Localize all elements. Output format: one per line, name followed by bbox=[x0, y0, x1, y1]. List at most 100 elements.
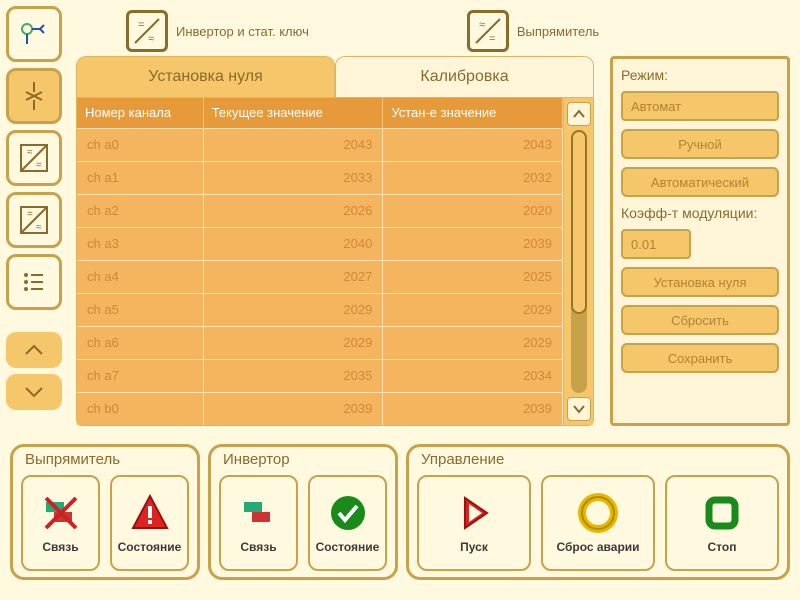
device-tabs: =≈ Инвертор и стат. ключ ≈= Выпрямитель bbox=[76, 6, 790, 56]
alarm-icon bbox=[129, 492, 171, 534]
rail-inverter-button[interactable]: ≈= bbox=[6, 130, 62, 186]
rail-zero-button[interactable] bbox=[6, 68, 62, 124]
col-channel: Номер канала bbox=[77, 98, 203, 128]
auto-button[interactable]: Автоматический bbox=[621, 167, 779, 197]
coef-label: Коэфф-т модуляции: bbox=[621, 205, 779, 221]
ok-icon bbox=[327, 492, 369, 534]
table-scrollbar[interactable] bbox=[563, 98, 593, 425]
start-button[interactable]: Пуск bbox=[417, 475, 531, 571]
cell-set: 2020 bbox=[383, 194, 563, 227]
cell-channel: ch a7 bbox=[77, 359, 203, 392]
cell-channel: ch b0 bbox=[77, 392, 203, 425]
item-label: Связь bbox=[42, 540, 78, 554]
svg-text:≈: ≈ bbox=[148, 33, 154, 45]
cell-set: 2043 bbox=[383, 128, 563, 161]
group-rectifier: Выпрямитель Связь Состояние bbox=[10, 444, 200, 580]
cell-channel: ch a0 bbox=[77, 128, 203, 161]
table-row[interactable]: ch a720352034 bbox=[77, 359, 563, 392]
col-set: Устан-е значение bbox=[383, 98, 563, 128]
group-title: Инвертор bbox=[219, 451, 387, 471]
coef-value[interactable]: 0.01 bbox=[621, 229, 691, 259]
device-tab-rectifier[interactable]: ≈= Выпрямитель bbox=[457, 6, 609, 56]
scroll-up-button[interactable] bbox=[567, 102, 591, 126]
save-button[interactable]: Сохранить bbox=[621, 343, 779, 373]
rail-up-button[interactable] bbox=[6, 332, 62, 368]
inverter-icon: =≈ bbox=[126, 10, 168, 52]
zero-button[interactable]: Установка нуля bbox=[621, 267, 779, 297]
side-panel: Режим: Автомат Ручной Автоматический Коэ… bbox=[610, 56, 790, 426]
rail-list-button[interactable] bbox=[6, 254, 62, 310]
mode-value: Автомат bbox=[621, 91, 779, 121]
svg-text:=: = bbox=[138, 19, 144, 31]
rectifier-icon: ≈= bbox=[467, 10, 509, 52]
cell-current: 2035 bbox=[203, 359, 383, 392]
cell-set: 2039 bbox=[383, 392, 563, 425]
cell-current: 2040 bbox=[203, 227, 383, 260]
svg-text:≈: ≈ bbox=[27, 147, 33, 158]
inv-link-button[interactable]: Связь bbox=[219, 475, 298, 571]
item-label: Сброс аварии bbox=[556, 540, 639, 554]
alarm-reset-button[interactable]: Сброс аварии bbox=[541, 475, 655, 571]
cell-channel: ch a3 bbox=[77, 227, 203, 260]
link-bad-icon bbox=[40, 492, 82, 534]
item-label: Стоп bbox=[708, 540, 737, 554]
cell-channel: ch a4 bbox=[77, 260, 203, 293]
cell-current: 2027 bbox=[203, 260, 383, 293]
channel-table: Номер канала Текущее значение Устан-е зн… bbox=[77, 98, 563, 425]
cell-current: 2029 bbox=[203, 326, 383, 359]
cell-set: 2029 bbox=[383, 326, 563, 359]
rail-rectifier-button[interactable]: =≈ bbox=[6, 192, 62, 248]
table-row[interactable]: ch a220262020 bbox=[77, 194, 563, 227]
svg-text:=: = bbox=[36, 160, 42, 171]
device-tab-label: Выпрямитель bbox=[517, 24, 599, 39]
manual-button[interactable]: Ручной bbox=[621, 129, 779, 159]
group-title: Управление bbox=[417, 451, 779, 471]
rail-down-button[interactable] bbox=[6, 374, 62, 410]
inv-state-button[interactable]: Состояние bbox=[308, 475, 387, 571]
item-label: Связь bbox=[240, 540, 276, 554]
cell-current: 2026 bbox=[203, 194, 383, 227]
scroll-down-button[interactable] bbox=[567, 397, 591, 421]
cell-channel: ch a2 bbox=[77, 194, 203, 227]
rect-link-button[interactable]: Связь bbox=[21, 475, 100, 571]
group-inverter: Инвертор Связь Состояние bbox=[208, 444, 398, 580]
table-row[interactable]: ch a620292029 bbox=[77, 326, 563, 359]
cell-set: 2034 bbox=[383, 359, 563, 392]
item-label: Состояние bbox=[316, 540, 380, 554]
play-icon bbox=[453, 492, 495, 534]
cell-channel: ch a5 bbox=[77, 293, 203, 326]
ring-icon bbox=[577, 492, 619, 534]
stop-button[interactable]: Стоп bbox=[665, 475, 779, 571]
group-title: Выпрямитель bbox=[21, 451, 189, 471]
cell-current: 2039 bbox=[203, 392, 383, 425]
cell-channel: ch a1 bbox=[77, 161, 203, 194]
table-tab-zero[interactable]: Установка нуля bbox=[76, 56, 335, 97]
cell-channel: ch a6 bbox=[77, 326, 203, 359]
svg-text:≈: ≈ bbox=[479, 19, 485, 31]
col-current: Текущее значение bbox=[203, 98, 383, 128]
scroll-thumb[interactable] bbox=[571, 130, 587, 314]
item-label: Пуск bbox=[460, 540, 488, 554]
svg-text:=: = bbox=[27, 209, 33, 220]
device-tab-inverter[interactable]: =≈ Инвертор и стат. ключ bbox=[116, 6, 319, 56]
scroll-track[interactable] bbox=[571, 130, 587, 393]
stop-icon bbox=[701, 492, 743, 534]
cell-set: 2039 bbox=[383, 227, 563, 260]
left-rail: ≈= =≈ bbox=[6, 6, 66, 440]
device-tab-label: Инвертор и стат. ключ bbox=[176, 24, 309, 39]
table-row[interactable]: ch a320402039 bbox=[77, 227, 563, 260]
table-row[interactable]: ch a520292029 bbox=[77, 293, 563, 326]
table-row[interactable]: ch b020392039 bbox=[77, 392, 563, 425]
table-row[interactable]: ch a420272025 bbox=[77, 260, 563, 293]
reset-button[interactable]: Сбросить bbox=[621, 305, 779, 335]
link-ok-icon bbox=[238, 492, 280, 534]
rect-state-button[interactable]: Состояние bbox=[110, 475, 189, 571]
svg-text:=: = bbox=[489, 33, 495, 45]
table-row[interactable]: ch a020432043 bbox=[77, 128, 563, 161]
mode-label: Режим: bbox=[621, 67, 779, 83]
cell-current: 2033 bbox=[203, 161, 383, 194]
svg-text:≈: ≈ bbox=[36, 222, 42, 233]
rail-schematic-button[interactable] bbox=[6, 6, 62, 62]
table-row[interactable]: ch a120332032 bbox=[77, 161, 563, 194]
table-tab-calib[interactable]: Калибровка bbox=[335, 56, 594, 97]
